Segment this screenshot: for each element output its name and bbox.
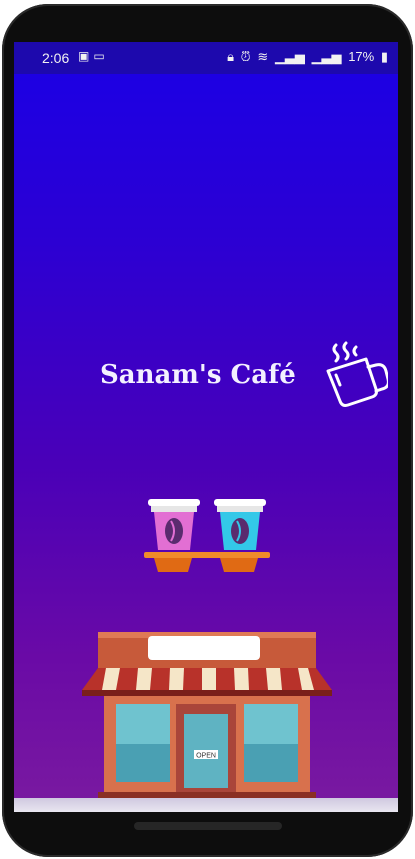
app-screen: 2:06 ▣▭ 🔒︎ ⏰︎ ≋ ▁▃▅ ▁▃▅ 17% ▮ Sanam's Ca… <box>14 42 398 812</box>
signal-icon: ▁▃▅ <box>311 49 342 64</box>
status-bar: 2:06 ▣▭ 🔒︎ ⏰︎ ≋ ▁▃▅ ▁▃▅ 17% ▮ <box>14 42 398 74</box>
status-time: 2:06 <box>42 50 70 66</box>
coffee-mug-icon <box>326 341 388 407</box>
phone-frame: 2:06 ▣▭ 🔒︎ ⏰︎ ≋ ▁▃▅ ▁▃▅ 17% ▮ Sanam's Ca… <box>2 4 413 857</box>
battery-icon: ▮ <box>380 49 388 64</box>
alarm-icon: ⏰︎ <box>240 49 251 64</box>
open-sign: OPEN <box>196 753 216 760</box>
app-title: Sanam's Café <box>100 360 296 390</box>
notification-icons: ▣▭ <box>78 49 109 63</box>
status-right: 🔒︎ ⏰︎ ≋ ▁▃▅ ▁▃▅ 17% ▮ <box>224 49 388 65</box>
wifi-icon: ≋ <box>257 49 269 64</box>
image-icon: ▣ <box>78 49 94 63</box>
cafe-storefront-illustration: OPEN <box>82 632 332 802</box>
ground <box>14 798 398 812</box>
laptop-icon: ▭ <box>93 49 109 63</box>
lock-icon: 🔒︎ <box>227 49 235 64</box>
signal-icon: ▁▃▅ <box>274 49 305 64</box>
battery-level: 17% <box>348 49 375 64</box>
coffee-cups-illustration <box>144 499 270 572</box>
home-indicator <box>134 822 282 830</box>
